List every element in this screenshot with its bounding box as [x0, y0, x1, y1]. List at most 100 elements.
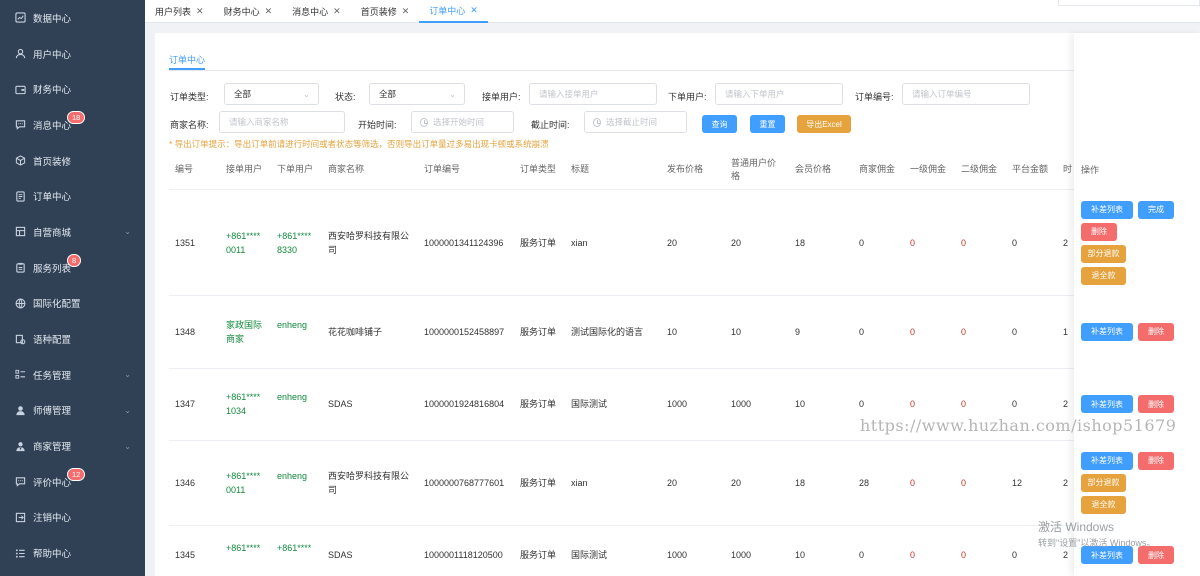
cell-id: 1348 [175, 326, 196, 337]
merchant-input[interactable] [219, 111, 345, 133]
delete-button[interactable]: 删除 [1081, 222, 1117, 241]
cell-title: xian [571, 477, 588, 488]
sidebar-item-9[interactable]: 语种配置 [0, 321, 145, 357]
cell-time: 2 [1063, 550, 1069, 560]
cell-merchant-comm: 0 [859, 399, 865, 409]
order-type-select[interactable]: 全部 ⌄ [224, 83, 319, 105]
sidebar-item-label: 自营商城 [33, 227, 72, 239]
clock-icon [420, 117, 428, 127]
sidebar-item-14[interactable]: 注销中心 [0, 500, 145, 536]
sidebar-item-15[interactable]: 帮助中心 [0, 535, 145, 571]
tab-label: 订单中心 [429, 5, 466, 16]
cell-receiver: +861**** [226, 543, 261, 553]
chevron-down-icon: ⌄ [449, 90, 456, 99]
delete-button[interactable]: 删除 [1138, 395, 1174, 413]
cell-order-no: 1000001341124396 [424, 237, 504, 248]
supplement-button[interactable]: 补差列表 [1081, 200, 1133, 219]
column-header: 编号 [175, 164, 194, 174]
sidebar-item-0[interactable]: 数据中心 [0, 0, 145, 36]
row-divider [169, 368, 1074, 369]
reset-button[interactable]: 重置 [750, 115, 785, 133]
sidebar-item-5[interactable]: 订单中心 [0, 178, 145, 214]
column-header: 发布价格 [667, 164, 704, 174]
receiver-input[interactable] [529, 83, 657, 105]
chevron-down-icon: ⌄ [303, 90, 310, 99]
partial-refund-button[interactable]: 部分退款 [1081, 244, 1126, 263]
sidebar-item-label: 语种配置 [33, 335, 72, 347]
column-header: 下单用户 [277, 164, 314, 174]
sidebar-item-label: 注销中心 [33, 513, 72, 525]
start-time-input[interactable] [433, 117, 513, 127]
sidebar-item-8[interactable]: 国际化配置 [0, 286, 145, 322]
cell-member: 18 [795, 237, 806, 248]
sidebar-item-10[interactable]: 任务管理 ⌄ [0, 357, 145, 393]
sidebar-item-label: 财务中心 [33, 85, 72, 97]
subtab-order-center[interactable]: 订单中心 [169, 53, 205, 66]
sidebar-item-6[interactable]: 自营商城 ⌄ [0, 214, 145, 250]
full-refund-button[interactable]: 退全款 [1081, 495, 1126, 514]
message-icon [14, 119, 26, 131]
full-refund-button[interactable]: 退全款 [1081, 266, 1126, 285]
sidebar-item-2[interactable]: 财务中心 [0, 71, 145, 107]
tab-0[interactable]: 用户列表 ✕ [145, 0, 214, 23]
cell-level2: 0 [961, 550, 967, 560]
end-time-picker[interactable] [584, 111, 687, 133]
sidebar-item-label: 用户中心 [33, 49, 72, 61]
cell-orderer: enheng [277, 392, 308, 402]
chevron-down-icon: ⌄ [124, 227, 131, 237]
close-icon[interactable]: ✕ [402, 6, 410, 17]
tab-3[interactable]: 首页装修 ✕ [351, 0, 420, 23]
cell-member: 9 [795, 326, 801, 337]
cell-receiver: +861****0011 [226, 230, 261, 255]
cell-merchant-comm: 28 [859, 477, 870, 488]
sidebar-item-1[interactable]: 用户中心 [0, 36, 145, 72]
sidebar-item-4[interactable]: 首页装修 [0, 143, 145, 179]
chevron-down-icon: ⌄ [124, 441, 131, 451]
row-divider [169, 525, 1074, 526]
help-icon [14, 547, 26, 559]
tab-1[interactable]: 财务中心 ✕ [214, 0, 283, 23]
status-select[interactable]: 全部 ⌄ [369, 83, 465, 105]
order-no-input[interactable] [902, 83, 1030, 105]
partial-refund-button[interactable]: 部分退款 [1081, 473, 1126, 492]
close-icon[interactable]: ✕ [470, 5, 478, 16]
logout-icon [14, 511, 26, 523]
sidebar-item-label: 订单中心 [33, 192, 72, 204]
sidebar-item-13[interactable]: 评价中心 12 [0, 464, 145, 500]
column-header: 商家佣金 [859, 164, 896, 174]
sidebar-item-label: 任务管理 [33, 370, 72, 382]
sidebar-item-12[interactable]: 商家管理 ⌄ [0, 428, 145, 464]
cell-platform: 0 [1012, 237, 1018, 248]
sidebar-item-3[interactable]: 消息中心 18 [0, 107, 145, 143]
cell-merchant-comm: 0 [859, 550, 865, 560]
subtab-active-line [169, 68, 205, 70]
tab-4[interactable]: 订单中心 ✕ [419, 0, 488, 23]
close-icon[interactable]: ✕ [196, 6, 204, 17]
close-icon[interactable]: ✕ [265, 6, 273, 17]
tab-2[interactable]: 消息中心 ✕ [282, 0, 351, 23]
sidebar-item-7[interactable]: 服务列表 8 [0, 250, 145, 286]
column-header: 订单类型 [520, 164, 557, 174]
supplement-button[interactable]: 补差列表 [1081, 322, 1133, 341]
cell-level2: 0 [961, 477, 967, 488]
order-no-label: 订单编号: [855, 92, 894, 102]
cell-platform: 0 [1012, 399, 1018, 409]
delete-button[interactable]: 删除 [1138, 451, 1174, 470]
end-time-input[interactable] [606, 117, 686, 127]
activate-windows-subtitle: 转到"设置"以激活 Windows。 [1038, 538, 1156, 548]
export-excel-button[interactable]: 导出Excel [797, 115, 851, 133]
close-icon[interactable]: ✕ [333, 6, 341, 17]
delete-button[interactable]: 删除 [1138, 322, 1174, 341]
supplement-button[interactable]: 补差列表 [1081, 395, 1133, 413]
cell-type: 服务订单 [520, 550, 557, 560]
query-button[interactable]: 查询 [702, 115, 737, 133]
clipboard-icon [14, 262, 26, 274]
cube-icon [14, 155, 26, 167]
status-value: 全部 [379, 89, 397, 99]
complete-button[interactable]: 完成 [1138, 200, 1174, 219]
start-time-picker[interactable] [411, 111, 514, 133]
cell-title: xian [571, 237, 588, 248]
sidebar-item-11[interactable]: 师傅管理 ⌄ [0, 393, 145, 429]
orderer-input[interactable] [715, 83, 843, 105]
supplement-button[interactable]: 补差列表 [1081, 451, 1133, 470]
